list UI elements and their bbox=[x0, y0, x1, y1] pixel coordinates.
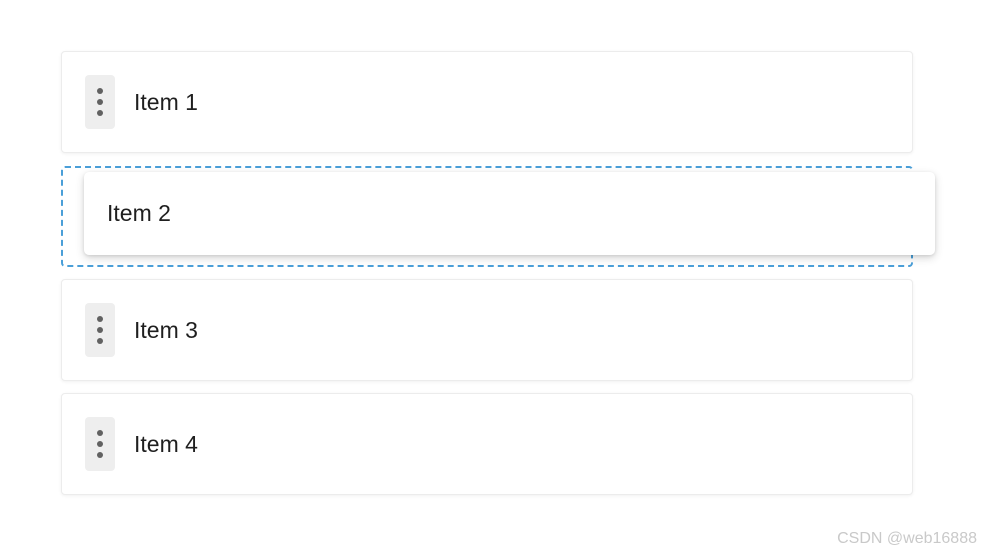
list-item-3[interactable]: Item 3 bbox=[61, 279, 913, 381]
handle-dot bbox=[97, 316, 103, 322]
handle-dot bbox=[97, 110, 103, 116]
drag-handle-icon[interactable] bbox=[85, 417, 115, 471]
list-item-label: Item 1 bbox=[134, 88, 198, 115]
drag-handle-icon[interactable] bbox=[85, 303, 115, 357]
dragging-item-label: Item 2 bbox=[107, 200, 171, 226]
handle-dot bbox=[97, 452, 103, 458]
list-item-label: Item 4 bbox=[134, 430, 198, 457]
list-item-label: Item 3 bbox=[134, 316, 198, 343]
handle-dot bbox=[97, 430, 103, 436]
sortable-list: Item 1 Item 2 Item 3 Item 4 bbox=[0, 0, 981, 555]
watermark: CSDN @web16888 bbox=[837, 530, 977, 547]
drag-handle-icon[interactable] bbox=[85, 75, 115, 129]
list-item-4[interactable]: Item 4 bbox=[61, 393, 913, 495]
handle-dot bbox=[97, 327, 103, 333]
handle-dot bbox=[97, 338, 103, 344]
dragging-item[interactable]: Item 2 bbox=[84, 172, 935, 255]
handle-dot bbox=[97, 88, 103, 94]
list-item-1[interactable]: Item 1 bbox=[61, 51, 913, 153]
handle-dot bbox=[97, 99, 103, 105]
handle-dot bbox=[97, 441, 103, 447]
